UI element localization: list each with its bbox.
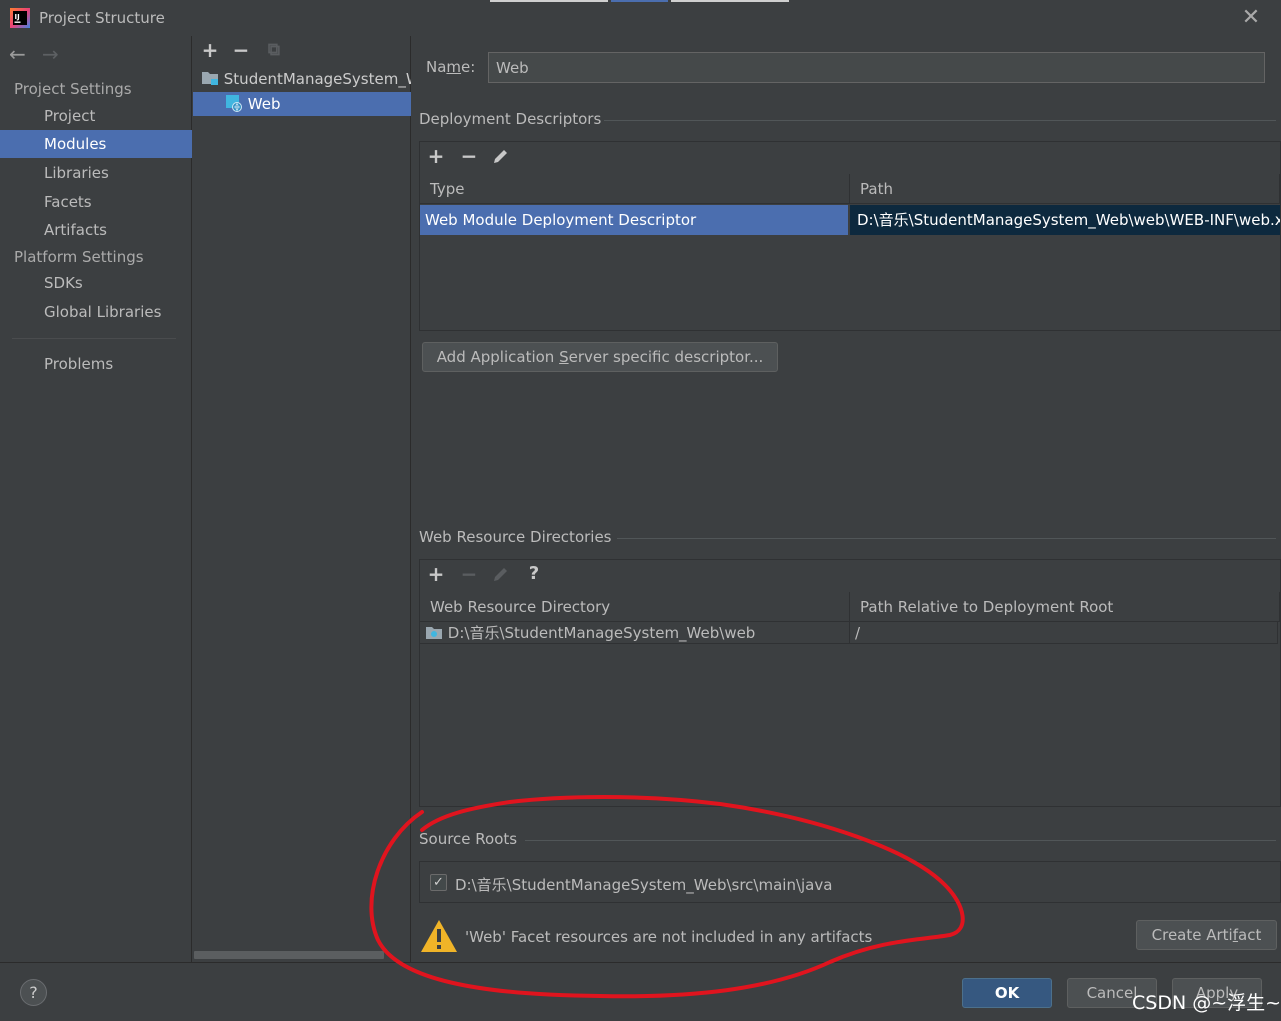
tree-item-web-facet[interactable]: Web	[193, 92, 411, 116]
remove-module-button[interactable]: −	[229, 39, 253, 63]
warning-icon	[421, 920, 457, 952]
nav-item-global-libraries[interactable]: Global Libraries	[0, 298, 192, 326]
web-folder-icon	[426, 627, 442, 639]
source-root-checkbox[interactable]: ✓	[430, 874, 447, 891]
edit-pencil-icon[interactable]	[491, 148, 511, 166]
group-divider	[525, 840, 1276, 841]
column-header-resource-dir[interactable]: Web Resource Directory	[420, 592, 850, 622]
help-button[interactable]: ?	[20, 979, 47, 1006]
web-resource-directories-title: Web Resource Directories	[419, 528, 612, 546]
web-facet-icon	[226, 95, 242, 112]
source-root-path: D:\音乐\StudentManageSystem_Web\src\main\j…	[455, 876, 833, 894]
remove-descriptor-button[interactable]: −	[457, 145, 481, 169]
resource-dir-cell[interactable]: D:\音乐\StudentManageSystem_Web\web	[420, 622, 850, 644]
module-folder-icon	[202, 72, 218, 85]
resource-dir-label: D:\音乐\StudentManageSystem_Web\web	[447, 624, 756, 642]
add-app-server-descriptor-button[interactable]: Add Application Server specific descript…	[422, 342, 778, 372]
ok-button[interactable]: OK	[962, 978, 1052, 1008]
tree-item-module[interactable]: StudentManageSystem_W	[193, 67, 411, 91]
column-header-type[interactable]: Type	[420, 174, 850, 204]
nav-divider	[12, 338, 176, 339]
watermark: CSDN @~浮生~	[1132, 992, 1281, 1014]
name-label: Name:	[426, 58, 476, 76]
facet-name-input[interactable]	[488, 52, 1265, 83]
platform-settings-heading: Platform Settings	[14, 248, 144, 266]
add-module-button[interactable]: +	[198, 39, 222, 63]
group-divider	[617, 538, 1276, 539]
add-descriptor-button[interactable]: +	[424, 145, 448, 169]
close-button[interactable]: ✕	[1238, 6, 1264, 30]
edit-pencil-icon-disabled[interactable]	[491, 566, 511, 584]
column-header-relative-path[interactable]: Path Relative to Deployment Root	[850, 592, 1280, 622]
back-arrow-icon[interactable]: ←	[9, 44, 31, 64]
tree-item-web-label: Web	[247, 95, 281, 113]
project-settings-heading: Project Settings	[14, 80, 132, 98]
title-tab-indicator	[490, 0, 608, 2]
module-tree-pane	[193, 36, 411, 962]
intellij-logo-icon: IJ	[10, 8, 30, 28]
create-artifact-button[interactable]: Create Artifact	[1136, 920, 1277, 950]
title-bar	[0, 0, 1281, 36]
remove-resource-button[interactable]: −	[457, 563, 481, 587]
tree-item-module-label: StudentManageSystem_W	[223, 70, 411, 88]
deployment-descriptors-title: Deployment Descriptors	[419, 110, 602, 128]
copy-module-icon[interactable]: ⧉	[262, 39, 286, 63]
group-divider	[604, 120, 1276, 121]
nav-item-project[interactable]: Project	[0, 102, 192, 130]
resource-relative-path-cell[interactable]: /	[850, 622, 1278, 644]
tree-horizontal-scrollbar[interactable]	[194, 951, 384, 959]
forward-arrow-icon[interactable]: →	[42, 44, 64, 64]
nav-item-modules[interactable]: Modules	[0, 130, 192, 158]
title-tab-indicator	[671, 0, 789, 2]
nav-item-facets[interactable]: Facets	[0, 188, 192, 216]
warning-message: 'Web' Facet resources are not included i…	[465, 928, 873, 946]
nav-item-artifacts[interactable]: Artifacts	[0, 216, 192, 244]
deployment-descriptors-table	[419, 141, 1281, 331]
nav-item-sdks[interactable]: SDKs	[0, 269, 192, 297]
nav-item-problems[interactable]: Problems	[0, 350, 192, 378]
help-question-icon[interactable]: ?	[522, 563, 546, 587]
title-tab-indicator-active	[611, 0, 668, 2]
descriptor-type-cell[interactable]: Web Module Deployment Descriptor	[420, 205, 848, 235]
descriptor-path-cell[interactable]: D:\音乐\StudentManageSystem_Web\web\WEB-IN…	[850, 205, 1280, 235]
nav-item-libraries[interactable]: Libraries	[0, 159, 192, 187]
window-title: Project Structure	[39, 9, 165, 27]
source-roots-title: Source Roots	[419, 830, 518, 848]
svg-text:IJ: IJ	[15, 13, 20, 21]
add-resource-button[interactable]: +	[424, 563, 448, 587]
column-header-path[interactable]: Path	[850, 174, 1280, 204]
